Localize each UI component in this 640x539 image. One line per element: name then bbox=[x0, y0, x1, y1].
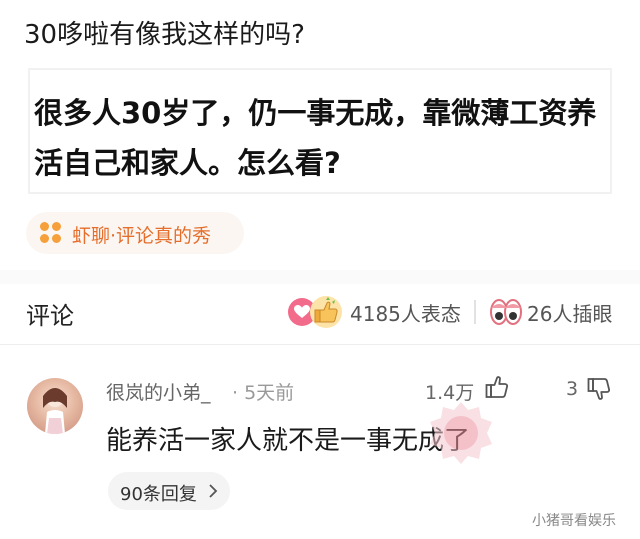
thumbs-up-icon bbox=[310, 296, 342, 328]
eye-count[interactable]: 26人插眼 bbox=[527, 298, 612, 327]
chevron-right-icon bbox=[209, 484, 218, 498]
comments-title: 评论 bbox=[26, 302, 74, 330]
section-divider bbox=[0, 270, 640, 284]
avatar[interactable] bbox=[27, 378, 83, 434]
question-title: 30哆啦有像我这样的吗? bbox=[24, 20, 305, 50]
watermark: 小猪哥看娱乐 bbox=[532, 513, 616, 529]
comment-time: · 5天前 bbox=[232, 382, 295, 404]
thumbs-down-outline-icon[interactable] bbox=[586, 376, 612, 402]
stamp-decoration bbox=[426, 398, 496, 468]
eyes-icon[interactable] bbox=[490, 298, 522, 326]
topic-tag[interactable]: 虾聊·评论真的秀 bbox=[26, 212, 244, 254]
comment-text: 能养活一家人就不是一事无成了 bbox=[106, 426, 471, 456]
question-card-text: 很多人30岁了，仍一事无成，靠微薄工资养活自己和家人。怎么看? bbox=[34, 96, 597, 180]
header-separator bbox=[474, 300, 476, 324]
reaction-icons bbox=[288, 296, 346, 328]
header-divider bbox=[0, 344, 640, 345]
replies-button[interactable]: 90条回复 bbox=[108, 472, 230, 510]
dislike-count: 3 bbox=[566, 378, 579, 400]
topic-label: 虾聊·评论真的秀 bbox=[72, 225, 212, 247]
thumbs-up-outline-icon[interactable] bbox=[484, 374, 510, 400]
replies-label: 90条回复 bbox=[120, 484, 197, 505]
reactions-count: 4185人表态 bbox=[350, 302, 461, 326]
comment-username[interactable]: 很岚的小弟_ bbox=[106, 378, 211, 405]
flower-dots-icon bbox=[40, 222, 62, 244]
